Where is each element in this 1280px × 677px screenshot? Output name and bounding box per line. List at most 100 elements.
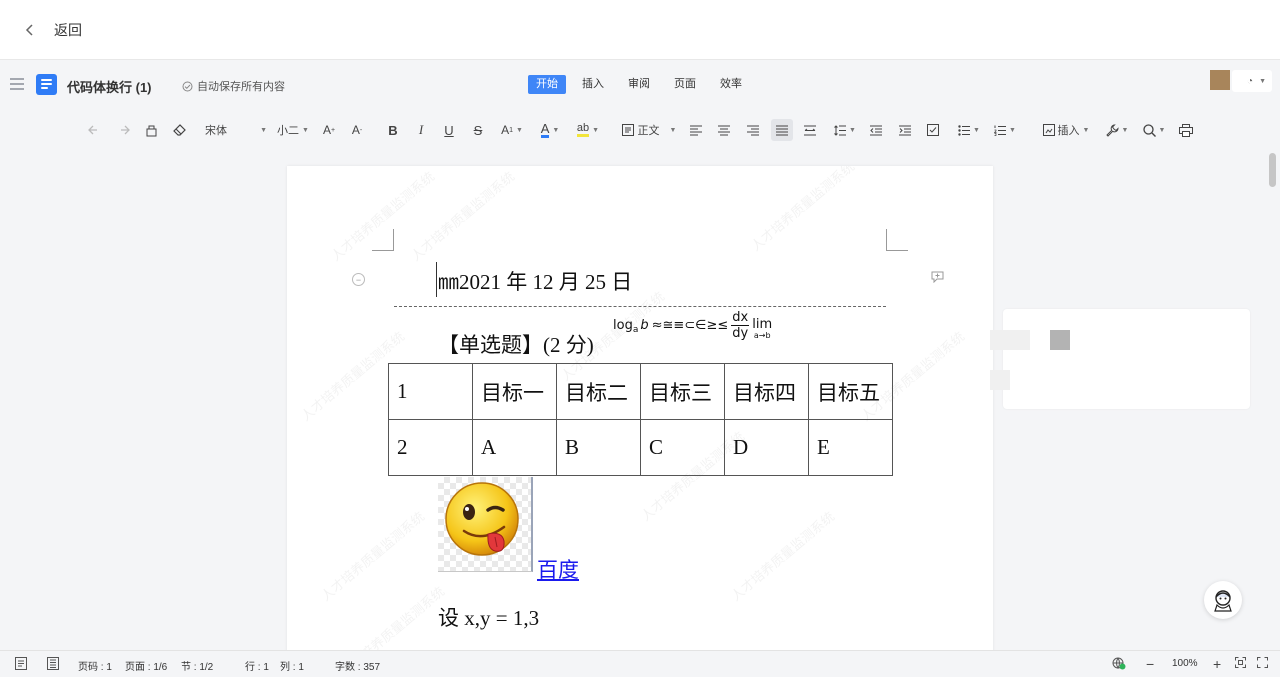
document-outline-icon[interactable] <box>15 657 27 670</box>
vertical-scrollbar[interactable] <box>1269 153 1276 187</box>
chevron-down-icon: ▼ <box>973 126 980 134</box>
tab-start[interactable]: 开始 <box>528 75 566 94</box>
document-page[interactable]: 人才培养质量监测系统 人才培养质量监测系统 人才培养质量监测系统 人才培养质量监… <box>287 166 993 656</box>
font-family-value: 宋体 <box>205 125 227 137</box>
tab-efficiency[interactable]: 效率 <box>712 75 750 94</box>
font-family-select[interactable]: 宋体 ▼ <box>205 119 267 141</box>
question-heading[interactable]: 【单选题】(2 分) <box>438 329 594 359</box>
page-count-status: 页面 : 1/6 <box>125 662 168 673</box>
bullet-list-dropdown[interactable]: ▼ <box>955 119 983 141</box>
page-view-icon[interactable] <box>47 657 59 670</box>
format-painter-button[interactable] <box>142 119 160 141</box>
table-cell[interactable]: B <box>556 419 641 476</box>
assistant-button[interactable] <box>1204 581 1242 619</box>
style-icon <box>621 124 634 136</box>
table-cell[interactable]: A <box>472 419 557 476</box>
document-bar: 代码体换行 (1) 自动保存所有内容 开始 插入 审阅 页面 效率 ◔ ▼ <box>0 61 1280 109</box>
justify-button[interactable] <box>771 119 793 141</box>
distributed-button[interactable] <box>802 119 818 141</box>
formula-limit-sub: a→b <box>753 330 771 340</box>
table-cell[interactable]: 目标一 <box>472 363 557 420</box>
emoji-image[interactable] <box>438 477 533 572</box>
side-panel <box>1003 309 1250 409</box>
table-cell[interactable]: E <box>808 419 893 476</box>
baidu-link[interactable]: 百度 <box>537 554 579 584</box>
font-color-dropdown[interactable]: A ▼ <box>535 119 565 141</box>
table-cell[interactable]: 目标五 <box>808 363 893 420</box>
find-dropdown[interactable]: ▼ <box>1140 119 1168 141</box>
strikethrough-button[interactable]: S <box>469 119 487 141</box>
user-avatar[interactable] <box>1210 70 1230 90</box>
table-cell[interactable]: 目标三 <box>640 363 725 420</box>
zoom-in-button[interactable]: + <box>1213 656 1221 672</box>
data-table[interactable]: 1 目标一 目标二 目标三 目标四 目标五 2 A B C D E <box>388 363 893 476</box>
tab-page[interactable]: 页面 <box>666 75 704 94</box>
status-bar: 页码 : 1 页面 : 1/6 节 : 1/2 行 : 1 列 : 1 字数 :… <box>0 650 1280 677</box>
numbered-list-dropdown[interactable]: ▼ <box>991 119 1019 141</box>
add-comment-icon[interactable] <box>931 270 944 284</box>
equation-text[interactable]: 设 x,y = 1,3 <box>438 602 539 632</box>
chevron-down-icon: ▼ <box>1121 126 1129 134</box>
align-center-button[interactable] <box>716 119 732 141</box>
share-dropdown[interactable]: ◔ ▼ <box>1232 70 1272 92</box>
back-button[interactable]: 返回 <box>20 18 82 42</box>
tools-dropdown[interactable]: ▼ <box>1103 119 1131 141</box>
placeholder-block <box>990 370 1010 390</box>
clear-format-button[interactable] <box>171 119 189 141</box>
autosave-text: 自动保存所有内容 <box>197 81 285 93</box>
font-size-select[interactable]: 小二 ▼ <box>276 119 310 141</box>
header-date[interactable]: ㎜2021 年 12 月 25 日 <box>438 266 632 296</box>
italic-button[interactable]: I <box>412 119 430 141</box>
section-status: 节 : 1/2 <box>181 662 214 673</box>
chevron-down-icon: ▼ <box>552 126 560 134</box>
insert-dropdown[interactable]: 插入 ▼ <box>1039 119 1093 141</box>
tab-insert[interactable]: 插入 <box>574 75 612 94</box>
paragraph-style-select[interactable]: 正文 ▼ <box>619 119 679 141</box>
column-status: 列 : 1 <box>280 662 304 673</box>
line-spacing-dropdown[interactable]: ▼ <box>831 119 859 141</box>
document-icon <box>36 74 57 95</box>
decrease-font-button[interactable]: A- <box>348 119 366 141</box>
align-left-button[interactable] <box>688 119 704 141</box>
chevron-down-icon: ▼ <box>1259 77 1266 85</box>
increase-indent-button[interactable] <box>897 119 913 141</box>
online-status-icon[interactable] <box>1112 657 1126 670</box>
tab-review[interactable]: 审阅 <box>620 75 658 94</box>
redo-button[interactable] <box>114 119 132 141</box>
collapse-icon[interactable]: − <box>352 273 365 286</box>
increase-font-button[interactable]: A + <box>320 119 338 141</box>
chevron-down-icon: ▼ <box>849 126 856 134</box>
header-divider <box>394 306 886 307</box>
table-cell[interactable]: 目标四 <box>724 363 809 420</box>
table-cell[interactable]: 2 <box>388 419 473 476</box>
autosave-status: 自动保存所有内容 <box>182 78 285 94</box>
highlight-dropdown[interactable]: ab ▼ <box>573 119 603 141</box>
print-button[interactable] <box>1177 119 1195 141</box>
zoom-out-button[interactable]: − <box>1146 656 1154 672</box>
table-cell[interactable]: D <box>724 419 809 476</box>
fit-page-icon[interactable] <box>1235 657 1247 670</box>
formula-fraction: dx dy <box>731 310 750 341</box>
watermark: 人才培养质量监测系统 <box>318 509 428 605</box>
bold-button[interactable]: B <box>384 119 402 141</box>
underline-button[interactable]: U <box>440 119 458 141</box>
wrench-icon <box>1105 123 1119 137</box>
table-cell[interactable]: 目标二 <box>556 363 641 420</box>
formula-limit-op: lim <box>752 316 773 332</box>
menu-icon[interactable] <box>10 77 26 91</box>
table-cell[interactable]: C <box>640 419 725 476</box>
fullscreen-icon[interactable] <box>1257 657 1269 670</box>
chevron-left-icon <box>20 20 40 40</box>
checkbox-list-button[interactable] <box>925 119 941 141</box>
math-formula[interactable]: log a b ≈≅≡⊂∈≥≤ dx dy lim a→b <box>613 310 772 341</box>
table-cell[interactable]: 1 <box>388 363 473 420</box>
word-count-status[interactable]: 字数 : 357 <box>335 658 380 673</box>
align-right-button[interactable] <box>745 119 761 141</box>
formula-log-base: a <box>632 324 639 335</box>
zoom-level[interactable]: 100% <box>1172 658 1198 669</box>
undo-button[interactable] <box>86 119 104 141</box>
document-title[interactable]: 代码体换行 (1) <box>67 77 152 96</box>
decrease-indent-button[interactable] <box>868 119 884 141</box>
check-circle-icon <box>182 81 193 91</box>
superscript-dropdown[interactable]: A 1 ▼ <box>497 119 527 141</box>
